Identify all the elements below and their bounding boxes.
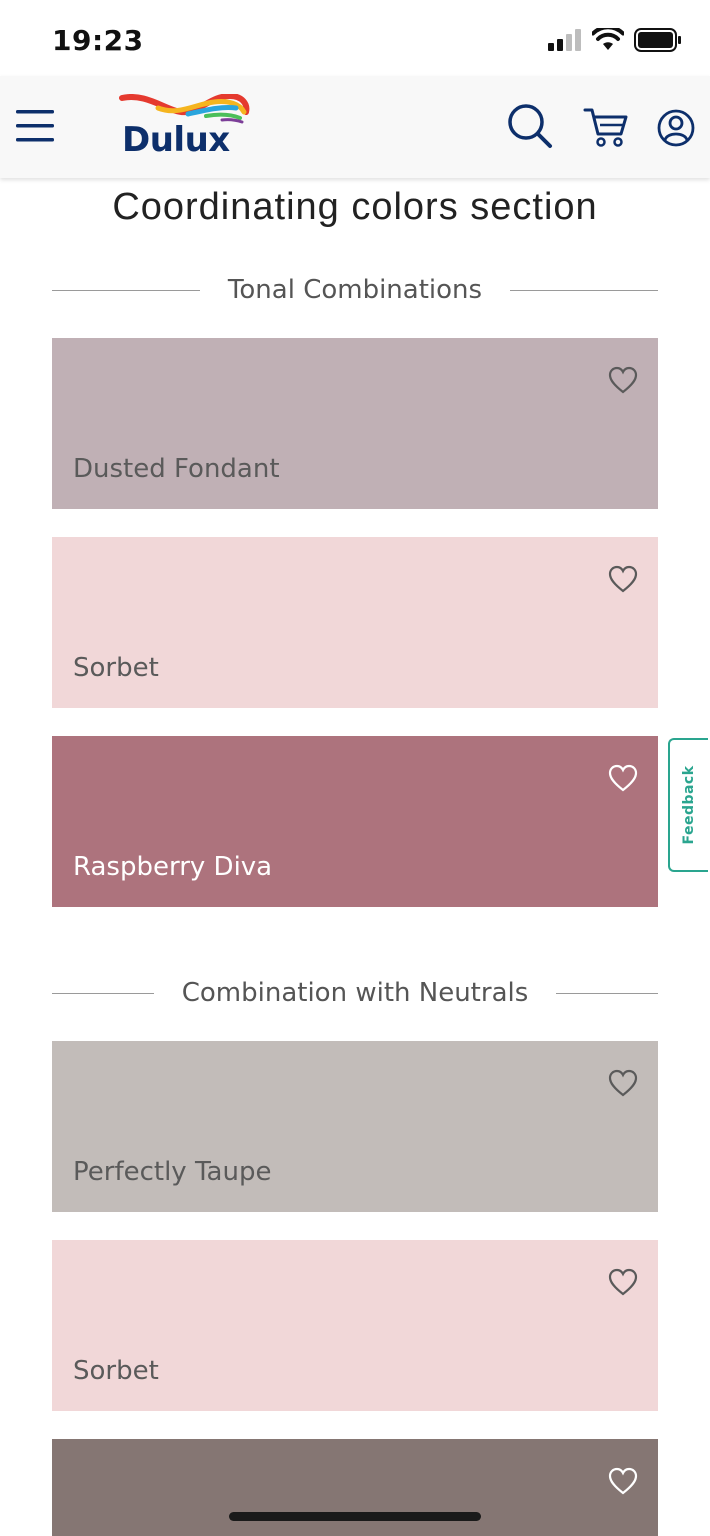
heart-icon[interactable]	[608, 1069, 638, 1097]
color-swatch-card[interactable]: Raspberry Diva	[52, 736, 658, 907]
color-swatch-card[interactable]: Sorbet	[52, 1240, 658, 1411]
feedback-tab[interactable]: Feedback	[668, 738, 708, 872]
heart-icon[interactable]	[608, 565, 638, 593]
divider-line	[510, 289, 658, 291]
status-icons	[548, 28, 682, 52]
account-icon	[657, 109, 695, 147]
heart-icon[interactable]	[608, 1467, 638, 1495]
account-button[interactable]	[654, 106, 698, 150]
site-header: Dulux	[0, 76, 710, 178]
signal-icon	[548, 29, 581, 51]
heart-icon[interactable]	[608, 764, 638, 792]
feedback-label: Feedback	[681, 765, 697, 845]
color-swatch-card[interactable]	[52, 1439, 658, 1536]
section-heading-neutrals: Combination with Neutrals	[52, 973, 658, 1013]
color-name: Sorbet	[73, 1356, 159, 1386]
status-bar: 19:23	[0, 0, 710, 76]
dulux-logo-text: Dulux	[122, 120, 230, 160]
dulux-logo[interactable]: Dulux	[118, 94, 250, 160]
color-swatch-card[interactable]: Perfectly Taupe	[52, 1041, 658, 1212]
color-swatch-card[interactable]: Dusted Fondant	[52, 338, 658, 509]
divider-line	[52, 992, 154, 994]
search-icon	[508, 104, 552, 148]
cart-icon	[583, 108, 628, 147]
heart-icon[interactable]	[608, 366, 638, 394]
color-name: Perfectly Taupe	[73, 1157, 272, 1187]
color-swatch-card[interactable]: Sorbet	[52, 537, 658, 708]
search-button[interactable]	[506, 102, 554, 150]
battery-icon	[634, 28, 681, 52]
menu-icon	[16, 110, 54, 142]
color-name: Sorbet	[73, 653, 159, 683]
section-heading-tonal: Tonal Combinations	[52, 270, 658, 310]
heart-icon[interactable]	[608, 1268, 638, 1296]
page-title: Coordinating colors section	[112, 186, 598, 228]
color-name: Raspberry Diva	[73, 852, 273, 882]
cart-button[interactable]	[582, 104, 630, 150]
menu-button[interactable]	[14, 106, 56, 146]
wifi-icon	[592, 28, 624, 50]
color-name: Dusted Fondant	[73, 454, 280, 484]
section-heading-label: Tonal Combinations	[227, 275, 483, 305]
divider-line	[52, 289, 200, 291]
status-time: 19:23	[52, 24, 144, 57]
divider-line	[556, 992, 658, 994]
home-indicator	[229, 1512, 481, 1521]
section-heading-label: Combination with Neutrals	[181, 978, 529, 1008]
